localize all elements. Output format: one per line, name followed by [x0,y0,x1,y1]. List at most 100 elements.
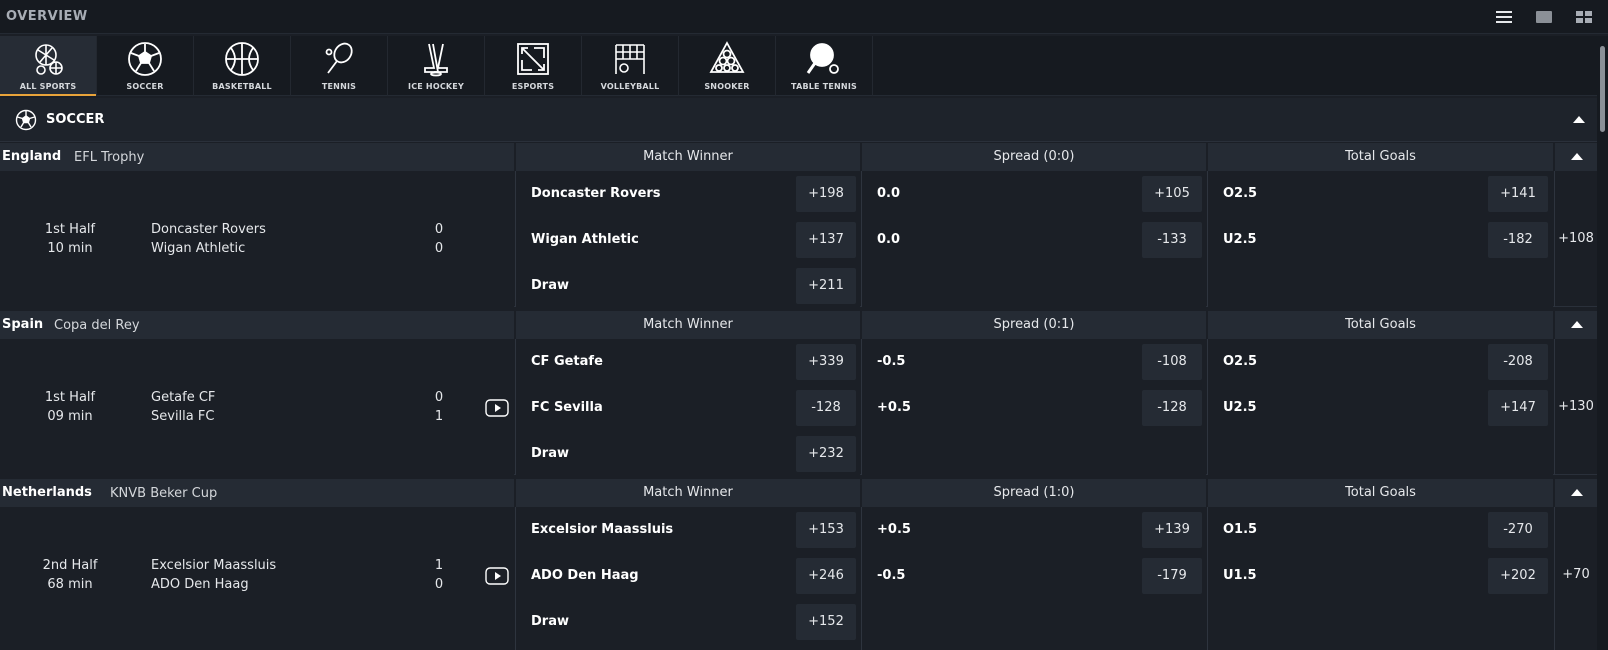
odds-button[interactable]: +339 [796,344,856,380]
match-period: 1st Half [44,390,96,405]
match-winner-market: Doncaster Rovers +198 Wigan Athletic +13… [515,171,860,307]
more-markets-count[interactable]: +108 [1554,171,1597,307]
odds-button[interactable]: +246 [796,558,856,594]
market-header: Spread (0:0) [861,143,1206,171]
tennis-racket-icon [325,42,353,74]
match-period: 2nd Half [42,558,98,573]
odds-button[interactable]: -128 [796,390,856,426]
table-tennis-icon [806,43,839,74]
market-header: Match Winner [515,311,860,339]
collapse-section-icon[interactable] [1572,114,1586,124]
tab-snooker[interactable]: SNOOKER [679,36,776,96]
odds-button[interactable]: +147 [1488,390,1548,426]
league-country: England [2,149,62,164]
home-score: 0 [434,390,444,405]
spread-market: -0.5 -108 +0.5 -128 [861,339,1206,475]
tab-all-sports[interactable]: ALL SPORTS [0,36,97,96]
single-view-icon[interactable] [1534,8,1554,26]
league-country: Spain [2,317,44,332]
odds-button[interactable]: +198 [796,176,856,212]
match-row[interactable]: 1st Half 09 min Getafe CF Sevilla FC 0 1… [0,339,1597,475]
market-header: Spread (0:1) [861,311,1206,339]
spread-market: 0.0 +105 0.0 -133 [861,171,1206,307]
odds-button[interactable]: +141 [1488,176,1548,212]
basketball-icon [225,42,259,76]
soccer-ball-icon [15,109,37,131]
odds-button[interactable]: +232 [796,436,856,472]
match-clock: 10 min [47,241,93,256]
odds-button[interactable]: +105 [1142,176,1202,212]
chevron-up-icon [1571,489,1583,496]
total-goals-market: O2.5 +141 U2.5 -182 [1207,171,1553,307]
market-header: Match Winner [515,479,860,507]
tab-label: ICE HOCKEY [408,82,464,91]
tab-label: TABLE TENNIS [791,82,857,91]
live-stream-icon[interactable] [485,567,509,585]
match-info: 1st Half 09 min Getafe CF Sevilla FC 0 1 [0,339,514,475]
league-country: Netherlands [2,485,92,500]
spread-line: +0.5 [877,522,911,537]
page-title: OVERVIEW [6,9,88,24]
chevron-up-icon [1571,321,1583,328]
more-markets-count[interactable]: +130 [1554,339,1597,475]
grid-view-icon[interactable] [1574,8,1594,26]
odds-button[interactable]: -108 [1142,344,1202,380]
away-score: 0 [434,241,444,256]
tab-volleyball[interactable]: VOLLEYBALL [582,36,679,96]
selection-name: Draw [531,614,569,629]
odds-button[interactable]: -128 [1142,390,1202,426]
live-stream-icon[interactable] [485,399,509,417]
list-view-icon[interactable] [1494,8,1514,26]
collapse-league-button[interactable] [1554,143,1597,171]
tab-label: TENNIS [321,82,357,91]
away-score: 1 [434,409,444,424]
total-goals-market: O1.5 -270 U1.5 +202 [1207,507,1553,650]
snooker-balls-icon [709,41,745,73]
top-bar: OVERVIEW [0,0,1608,34]
odds-button[interactable]: +153 [796,512,856,548]
selection-name: Doncaster Rovers [531,186,661,201]
all-sports-icon [35,44,63,75]
sports-tab-bar: ALL SPORTS SOCCER BASKETBALL TENNIS ICE … [0,36,1597,96]
match-clock: 68 min [47,577,93,592]
collapse-league-button[interactable] [1554,311,1597,339]
odds-button[interactable]: +202 [1488,558,1548,594]
tab-label: BASKETBALL [212,82,272,91]
match-row[interactable]: 2nd Half 68 min Excelsior Maassluis ADO … [0,507,1597,650]
hockey-sticks-icon [424,43,448,77]
odds-button[interactable]: -208 [1488,344,1548,380]
home-team: Getafe CF [151,390,216,405]
tab-label: SNOOKER [704,82,750,91]
tab-table-tennis[interactable]: TABLE TENNIS [776,36,873,96]
total-line: O2.5 [1223,186,1258,201]
more-markets-count[interactable]: +70 [1554,507,1597,650]
collapse-league-button[interactable] [1554,479,1597,507]
odds-button[interactable]: -270 [1488,512,1548,548]
soccer-section-header[interactable]: SOCCER [0,98,1597,142]
home-score: 1 [434,558,444,573]
tab-basketball[interactable]: BASKETBALL [194,36,291,96]
selection-name: Draw [531,446,569,461]
odds-button[interactable]: +211 [796,268,856,304]
selection-name: Wigan Athletic [531,232,639,247]
league-competition: Copa del Rey [54,318,140,333]
spread-line: 0.0 [877,186,901,201]
odds-button[interactable]: -133 [1142,222,1202,258]
tab-esports[interactable]: ESPORTS [485,36,582,96]
match-row[interactable]: 1st Half 10 min Doncaster Rovers Wigan A… [0,171,1597,307]
tab-tennis[interactable]: TENNIS [291,36,388,96]
odds-button[interactable]: +137 [796,222,856,258]
odds-button[interactable]: -182 [1488,222,1548,258]
spread-market: +0.5 +139 -0.5 -179 [861,507,1206,650]
total-goals-market: O2.5 -208 U2.5 +147 [1207,339,1553,475]
tab-label: SOCCER [126,82,164,91]
odds-button[interactable]: +152 [796,604,856,640]
tab-ice-hockey[interactable]: ICE HOCKEY [388,36,485,96]
tab-soccer[interactable]: SOCCER [97,36,194,96]
market-header: Total Goals [1207,479,1553,507]
odds-button[interactable]: +139 [1142,512,1202,548]
scrollbar-thumb[interactable] [1600,46,1605,132]
odds-button[interactable]: -179 [1142,558,1202,594]
market-header: Match Winner [515,143,860,171]
league-competition: EFL Trophy [74,150,145,165]
